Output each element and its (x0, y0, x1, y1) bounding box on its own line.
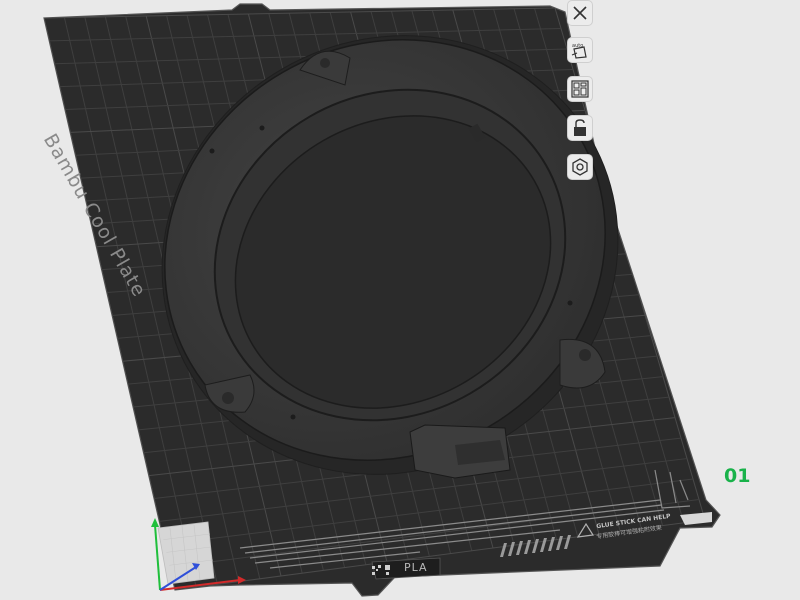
hex-nut-icon (572, 158, 588, 176)
3d-viewport[interactable]: Bambu Cool Plate 01 PLA GLUE STICK CAN H… (0, 0, 800, 600)
filament-label: PLA (404, 561, 428, 574)
plate-number[interactable]: 01 (724, 465, 750, 487)
origin-corner (157, 521, 215, 585)
arrange-icon (571, 80, 589, 98)
auto-orient-button[interactable]: auto (567, 37, 593, 63)
close-icon (573, 6, 587, 20)
lock-icon (574, 119, 586, 136)
build-plate-scene[interactable] (0, 0, 800, 600)
close-plate-button[interactable] (567, 0, 593, 26)
arrange-button[interactable] (567, 76, 593, 102)
auto-orient-icon: auto (571, 43, 587, 59)
lock-button[interactable] (567, 115, 593, 141)
plate-settings-button[interactable] (567, 154, 593, 180)
